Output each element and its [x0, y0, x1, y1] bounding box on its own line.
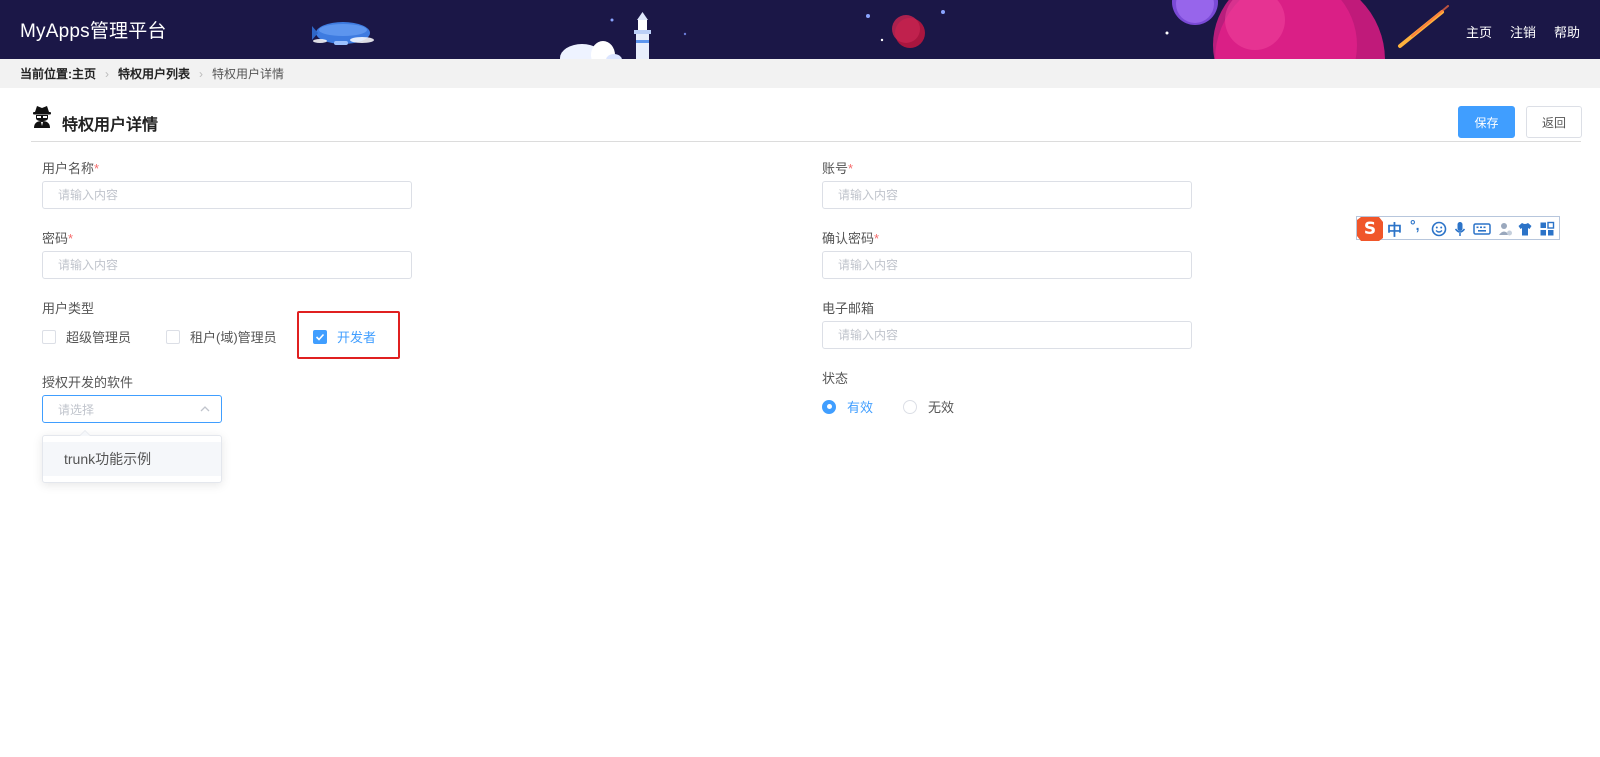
- checkbox-box[interactable]: [42, 329, 56, 344]
- top-header: MyApps管理平台 主页 注销 帮助: [0, 0, 1600, 59]
- account-input[interactable]: [822, 181, 1192, 209]
- status-label: 状态: [822, 371, 849, 386]
- app-title: MyApps管理平台: [20, 21, 167, 42]
- breadcrumb-home[interactable]: 主页: [72, 65, 96, 82]
- save-button[interactable]: 保存: [1458, 106, 1515, 138]
- dropdown-caret-inner: [80, 431, 90, 436]
- checkbox-label: 超级管理员: [66, 330, 132, 345]
- checkbox-box[interactable]: [166, 329, 180, 344]
- user-account-icon[interactable]: [1497, 221, 1513, 237]
- page-title-bar: 特权用户详情 保存 返回: [31, 102, 1582, 142]
- header-space-illustration: [312, 0, 1449, 59]
- email-label: 电子邮箱: [822, 301, 875, 316]
- ime-chinese-mode[interactable]: 中: [1387, 219, 1402, 240]
- keyboard-icon[interactable]: [1473, 221, 1491, 237]
- spy-agent-icon: [33, 106, 51, 128]
- confirm-password-input[interactable]: [822, 251, 1192, 279]
- header-nav: 主页 注销 帮助: [1466, 22, 1580, 41]
- user-type-label: 用户类型: [42, 301, 95, 316]
- checkbox-super-admin[interactable]: 超级管理员: [42, 327, 131, 346]
- checkbox-tenant-admin[interactable]: 租户(域)管理员: [166, 327, 277, 346]
- breadcrumb-privileged-users-list[interactable]: 特权用户列表: [118, 65, 190, 82]
- nav-help-link[interactable]: 帮助: [1554, 22, 1580, 41]
- radio-label: 无效: [928, 400, 955, 415]
- skin-shirt-icon[interactable]: [1517, 221, 1533, 237]
- breadcrumb-current-page: 特权用户详情: [212, 67, 285, 81]
- emoji-icon[interactable]: [1431, 221, 1447, 237]
- username-label: 用户名称*: [42, 161, 100, 176]
- radio-status-invalid[interactable]: 无效: [903, 397, 954, 416]
- breadcrumb: 当前位置: 主页 › 特权用户列表 › 特权用户详情: [0, 59, 1600, 88]
- dropdown-option[interactable]: trunk功能示例: [43, 442, 221, 476]
- breadcrumb-separator-icon: ›: [105, 66, 110, 81]
- username-input[interactable]: [42, 181, 412, 209]
- ime-toolbar: S 中 °,: [1355, 214, 1560, 242]
- annotation-highlight-box: [297, 311, 400, 359]
- password-label: 密码*: [42, 231, 74, 246]
- microphone-icon[interactable]: [1453, 221, 1467, 237]
- ime-punctuation-mode[interactable]: °,: [1410, 217, 1420, 233]
- software-dropdown: trunk功能示例: [42, 430, 222, 483]
- breadcrumb-prefix: 当前位置:: [20, 67, 72, 81]
- authorized-software-select[interactable]: 请选择: [42, 395, 222, 423]
- password-input[interactable]: [42, 251, 412, 279]
- chevron-up-icon: [200, 406, 210, 412]
- select-placeholder: 请选择: [58, 402, 95, 417]
- account-label: 账号*: [822, 161, 854, 176]
- email-input[interactable]: [822, 321, 1192, 349]
- radio-status-valid[interactable]: 有效: [822, 397, 873, 416]
- back-button[interactable]: 返回: [1526, 106, 1582, 138]
- authorized-software-label: 授权开发的软件: [42, 375, 134, 390]
- toolbox-grid-icon[interactable]: [1539, 221, 1555, 237]
- page-title: 特权用户详情: [62, 117, 159, 134]
- breadcrumb-separator-icon: ›: [199, 66, 204, 81]
- svg-text:S: S: [1364, 219, 1376, 239]
- nav-logout-link[interactable]: 注销: [1510, 22, 1536, 41]
- nav-home-link[interactable]: 主页: [1466, 22, 1492, 41]
- radio-circle-checked[interactable]: [822, 399, 836, 414]
- checkbox-label: 租户(域)管理员: [190, 330, 277, 345]
- sogou-logo-icon[interactable]: S: [1355, 214, 1385, 242]
- confirm-password-label: 确认密码*: [822, 231, 880, 246]
- radio-circle[interactable]: [903, 399, 917, 414]
- radio-label: 有效: [847, 400, 874, 415]
